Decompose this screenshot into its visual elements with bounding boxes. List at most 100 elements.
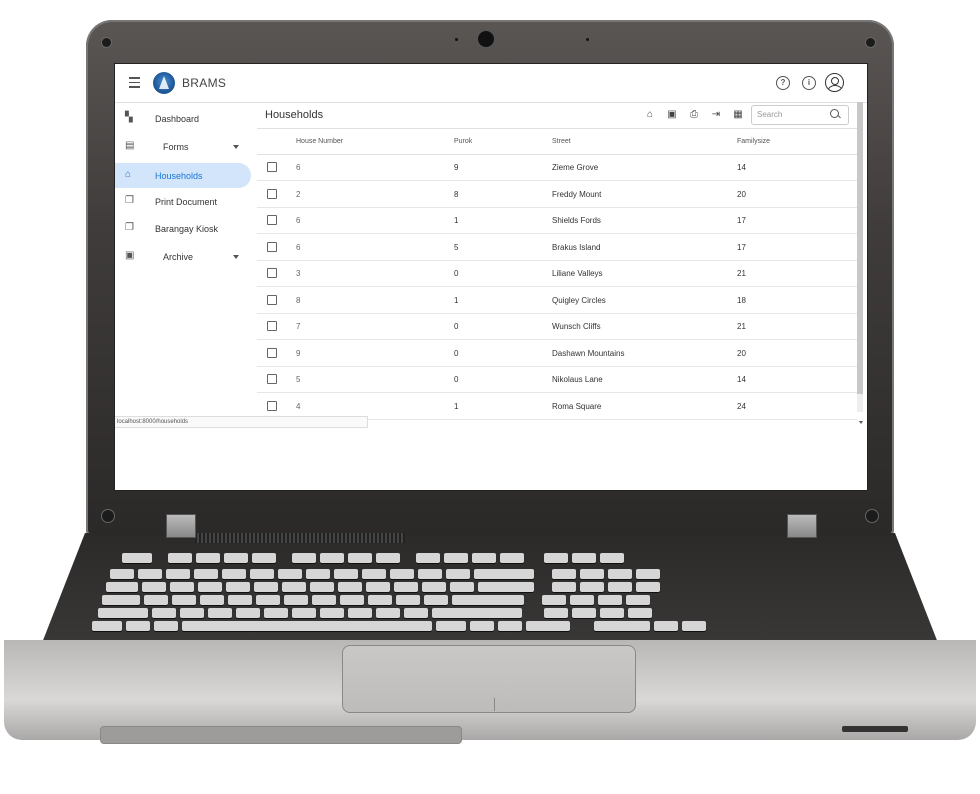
bezel-screw bbox=[102, 510, 114, 522]
sidebar-item-label: Barangay Kiosk bbox=[155, 224, 219, 234]
touchpad-button-split bbox=[494, 698, 495, 711]
columns-icon[interactable]: ▦ bbox=[733, 110, 743, 120]
house-number-cell: 5 bbox=[296, 375, 301, 384]
chevron-down-icon bbox=[233, 145, 239, 149]
row-checkbox[interactable] bbox=[267, 374, 277, 384]
row-checkbox[interactable] bbox=[267, 215, 277, 225]
street-cell: Dashawn Mountains bbox=[552, 349, 625, 358]
folder-icon[interactable]: ▣ bbox=[667, 110, 677, 120]
column-header-street[interactable]: Street bbox=[552, 138, 571, 145]
column-header-familysize[interactable]: Familysize bbox=[737, 138, 770, 145]
purok-cell: 9 bbox=[454, 163, 459, 172]
row-checkbox[interactable] bbox=[267, 401, 277, 411]
camera-sensor bbox=[455, 38, 458, 41]
house-number-cell: 3 bbox=[296, 269, 301, 278]
familysize-cell: 21 bbox=[737, 269, 746, 278]
form-icon: ▤ bbox=[125, 140, 135, 151]
street-cell: Roma Square bbox=[552, 402, 602, 411]
house-number-cell: 7 bbox=[296, 322, 301, 331]
front-edge bbox=[100, 726, 462, 744]
space-key-row bbox=[92, 621, 706, 631]
account-avatar-icon[interactable] bbox=[825, 73, 844, 92]
row-checkbox[interactable] bbox=[267, 268, 277, 278]
column-header-purok[interactable]: Purok bbox=[454, 138, 472, 145]
card-slot bbox=[842, 726, 908, 732]
app-topbar: BRAMS ? i bbox=[115, 64, 867, 103]
familysize-cell: 14 bbox=[737, 375, 746, 384]
table-row[interactable]: 6 1 Shields Fords 17 bbox=[257, 207, 857, 234]
menu-icon[interactable] bbox=[129, 77, 140, 88]
row-checkbox[interactable] bbox=[267, 242, 277, 252]
sidebar-item-dashboard[interactable]: ▚ Dashboard bbox=[115, 106, 251, 131]
row-checkbox[interactable] bbox=[267, 162, 277, 172]
search-icon[interactable] bbox=[830, 109, 839, 118]
sidebar-item-print-document[interactable]: ❐ Print Document bbox=[115, 189, 251, 214]
sidebar-item-barangay-kiosk[interactable]: ❐ Barangay Kiosk bbox=[115, 216, 251, 241]
laptop-screen: BRAMS ? i ▚ Dashboard ▤ Forms ⌂ Househol… bbox=[114, 63, 868, 491]
vertical-scrollbar[interactable] bbox=[857, 102, 863, 412]
table-row[interactable]: 7 0 Wunsch Cliffs 21 bbox=[257, 313, 857, 340]
page-title: Households bbox=[265, 109, 324, 121]
help-icon[interactable]: ? bbox=[776, 76, 790, 90]
scroll-down-icon[interactable] bbox=[859, 421, 863, 424]
hinge bbox=[166, 514, 196, 538]
house-number-cell: 2 bbox=[296, 190, 301, 199]
sidebar-item-label: Dashboard bbox=[155, 114, 200, 124]
purok-cell: 8 bbox=[454, 190, 459, 199]
purok-cell: 1 bbox=[454, 216, 459, 225]
table-row[interactable]: 6 5 Brakus Island 17 bbox=[257, 234, 857, 261]
print-icon[interactable]: ⎙ bbox=[689, 110, 699, 120]
purok-cell: 0 bbox=[454, 322, 459, 331]
street-cell: Liliane Valleys bbox=[552, 269, 603, 278]
street-cell: Nikolaus Lane bbox=[552, 375, 603, 384]
table-row[interactable]: 3 0 Liliane Valleys 21 bbox=[257, 260, 857, 287]
street-cell: Zieme Grove bbox=[552, 163, 599, 172]
sidebar-item-archive[interactable]: ▣ Archive bbox=[115, 244, 251, 269]
familysize-cell: 24 bbox=[737, 402, 746, 411]
sidebar-item-households[interactable]: ⌂ Households bbox=[115, 163, 251, 188]
search-input[interactable] bbox=[757, 108, 827, 121]
column-header-house-number[interactable]: House Number bbox=[296, 138, 343, 145]
webcam-icon bbox=[478, 31, 494, 47]
table-row[interactable]: 2 8 Freddy Mount 20 bbox=[257, 181, 857, 208]
row-checkbox[interactable] bbox=[267, 321, 277, 331]
bezel-screw bbox=[866, 510, 878, 522]
sidebar-item-label: Archive bbox=[163, 252, 194, 262]
row-checkbox[interactable] bbox=[267, 189, 277, 199]
dashboard-icon: ▚ bbox=[125, 112, 133, 123]
row-checkbox[interactable] bbox=[267, 348, 277, 358]
table-header: House Number Purok Street Familysize bbox=[257, 128, 857, 155]
scrollbar-thumb[interactable] bbox=[857, 102, 863, 394]
info-icon[interactable]: i bbox=[802, 76, 816, 90]
house-number-cell: 9 bbox=[296, 349, 301, 358]
chevron-down-icon bbox=[233, 255, 239, 259]
function-key-row bbox=[122, 553, 624, 563]
home-icon[interactable]: ⌂ bbox=[645, 110, 655, 120]
home-key-row bbox=[102, 595, 650, 605]
familysize-cell: 20 bbox=[737, 190, 746, 199]
purok-cell: 0 bbox=[454, 375, 459, 384]
table-row[interactable]: 6 9 Zieme Grove 14 bbox=[257, 154, 857, 181]
house-number-cell: 8 bbox=[296, 296, 301, 305]
familysize-cell: 17 bbox=[737, 243, 746, 252]
table-row[interactable]: 8 1 Quigley Circles 18 bbox=[257, 287, 857, 314]
touchpad bbox=[342, 645, 636, 713]
familysize-cell: 17 bbox=[737, 216, 746, 225]
familysize-cell: 20 bbox=[737, 349, 746, 358]
speaker-grille bbox=[195, 533, 405, 543]
browser-status-url: localhost:8000/households bbox=[115, 416, 368, 428]
table-row[interactable]: 5 0 Nikolaus Lane 14 bbox=[257, 366, 857, 393]
table-row[interactable]: 9 0 Dashawn Mountains 20 bbox=[257, 340, 857, 367]
export-icon[interactable]: ⇥ bbox=[711, 110, 721, 120]
sidebar-item-forms[interactable]: ▤ Forms bbox=[115, 134, 251, 159]
qwerty-key-row bbox=[106, 582, 660, 592]
sidebar-item-label: Households bbox=[155, 171, 203, 181]
familysize-cell: 18 bbox=[737, 296, 746, 305]
bezel-screw bbox=[866, 38, 875, 47]
sidebar-item-label: Forms bbox=[163, 142, 189, 152]
row-checkbox[interactable] bbox=[267, 295, 277, 305]
hinge bbox=[787, 514, 817, 538]
house-number-cell: 6 bbox=[296, 216, 301, 225]
house-number-cell: 6 bbox=[296, 243, 301, 252]
familysize-cell: 14 bbox=[737, 163, 746, 172]
